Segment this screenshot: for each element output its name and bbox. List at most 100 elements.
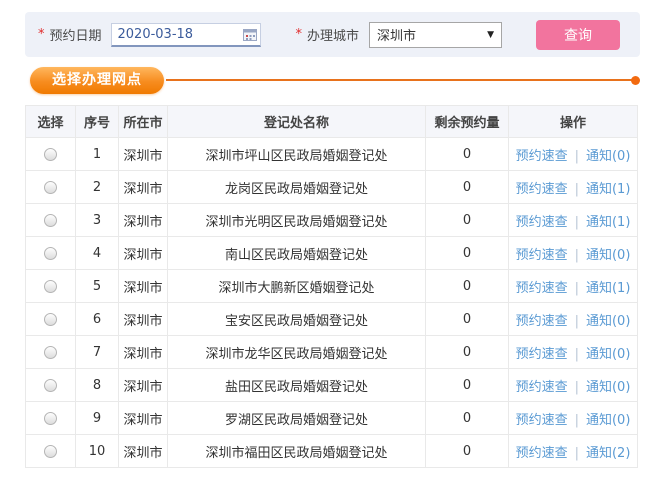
select-radio[interactable] bbox=[44, 181, 57, 194]
notice-link[interactable]: 通知(2) bbox=[586, 446, 630, 461]
table-body: 1 深圳市 深圳市坪山区民政局婚姻登记处 0 预约速查|通知(0) 2 深圳市 … bbox=[26, 138, 638, 468]
city-select-value: 深圳市 bbox=[377, 25, 416, 44]
date-input[interactable] bbox=[111, 23, 261, 47]
select-radio[interactable] bbox=[44, 412, 57, 425]
notice-link[interactable]: 通知(0) bbox=[586, 149, 630, 164]
link-separator: | bbox=[575, 347, 579, 362]
row-actions: 预约速查 | 通知(0) bbox=[509, 138, 638, 171]
row-number: 7 bbox=[76, 336, 119, 369]
required-marker: * bbox=[296, 27, 303, 42]
select-cell bbox=[26, 138, 76, 171]
quick-check-link[interactable]: 预约速查 bbox=[516, 182, 568, 197]
notice-link[interactable]: 通知(0) bbox=[586, 347, 630, 362]
row-office-name: 盐田区民政局婚姻登记处 bbox=[168, 369, 426, 402]
row-remaining-count: 0 bbox=[426, 435, 509, 468]
table-row: 9 深圳市 罗湖区民政局婚姻登记处 0 预约速查|通知(0) bbox=[26, 402, 638, 435]
col-select: 选择 bbox=[26, 106, 76, 138]
row-actions: 预约速查|通知(1) bbox=[509, 171, 638, 204]
select-radio[interactable] bbox=[44, 214, 57, 227]
select-radio[interactable] bbox=[44, 280, 57, 293]
select-cell bbox=[26, 336, 76, 369]
row-office-name: 宝安区民政局婚姻登记处 bbox=[168, 303, 426, 336]
link-separator: | bbox=[575, 446, 579, 461]
notice-link[interactable]: 通知(0) bbox=[586, 248, 630, 263]
table-header-row: 选择 序号 所在市 登记处名称 剩余预约量 操作 bbox=[26, 106, 638, 138]
select-radio[interactable] bbox=[44, 148, 57, 161]
table-row: 2 深圳市 龙岗区民政局婚姻登记处 0 预约速查|通知(1) bbox=[26, 171, 638, 204]
notice-link[interactable]: 通知(0) bbox=[586, 314, 630, 329]
select-cell bbox=[26, 303, 76, 336]
row-city: 深圳市 bbox=[119, 171, 168, 204]
offices-table: 选择 序号 所在市 登记处名称 剩余预约量 操作 1 深圳市 深圳市坪山区民政局… bbox=[25, 105, 638, 468]
chevron-down-icon: ▼ bbox=[487, 30, 494, 40]
row-number: 4 bbox=[76, 237, 119, 270]
link-separator: | bbox=[575, 149, 579, 164]
quick-check-link[interactable]: 预约速查 bbox=[516, 413, 568, 428]
row-actions: 预约速查 | 通知(0) bbox=[509, 336, 638, 369]
quick-check-link[interactable]: 预约速查 bbox=[516, 248, 568, 263]
select-cell bbox=[26, 204, 76, 237]
select-radio[interactable] bbox=[44, 313, 57, 326]
select-radio[interactable] bbox=[44, 379, 57, 392]
row-city: 深圳市 bbox=[119, 138, 168, 171]
notice-link[interactable]: 通知(0) bbox=[586, 380, 630, 395]
quick-check-link[interactable]: 预约速查 bbox=[516, 281, 568, 296]
query-bar: * 预约日期 * 办理城市 深圳市 ▼ 查询 bbox=[25, 12, 640, 57]
row-office-name: 深圳市福田区民政局婚姻登记处 bbox=[168, 435, 426, 468]
table-row: 6 深圳市 宝安区民政局婚姻登记处 0 预约速查|通知(0) bbox=[26, 303, 638, 336]
col-number: 序号 bbox=[76, 106, 119, 138]
link-separator: | bbox=[575, 248, 579, 263]
select-cell bbox=[26, 270, 76, 303]
row-city: 深圳市 bbox=[119, 303, 168, 336]
link-separator: | bbox=[575, 380, 579, 395]
row-actions: 预约速查 | 通知(0) bbox=[509, 369, 638, 402]
row-number: 6 bbox=[76, 303, 119, 336]
calendar-icon[interactable] bbox=[243, 28, 257, 41]
row-city: 深圳市 bbox=[119, 369, 168, 402]
section-header: 选择办理网点 bbox=[30, 66, 640, 94]
row-city: 深圳市 bbox=[119, 270, 168, 303]
row-number: 1 bbox=[76, 138, 119, 171]
link-separator: | bbox=[575, 281, 579, 296]
select-cell bbox=[26, 435, 76, 468]
row-number: 3 bbox=[76, 204, 119, 237]
city-select[interactable]: 深圳市 ▼ bbox=[369, 22, 502, 48]
col-remaining: 剩余预约量 bbox=[426, 106, 509, 138]
row-remaining-count: 0 bbox=[426, 402, 509, 435]
row-number: 5 bbox=[76, 270, 119, 303]
section-title-badge: 选择办理网点 bbox=[30, 67, 164, 94]
row-remaining-count: 0 bbox=[426, 204, 509, 237]
table-row: 5 深圳市 深圳市大鹏新区婚姻登记处 0 预约速查|通知(1) bbox=[26, 270, 638, 303]
row-office-name: 罗湖区民政局婚姻登记处 bbox=[168, 402, 426, 435]
col-city: 所在市 bbox=[119, 106, 168, 138]
row-office-name: 南山区民政局婚姻登记处 bbox=[168, 237, 426, 270]
link-separator: | bbox=[575, 413, 579, 428]
row-city: 深圳市 bbox=[119, 336, 168, 369]
city-label: 办理城市 bbox=[307, 25, 359, 44]
search-button[interactable]: 查询 bbox=[536, 20, 620, 50]
quick-check-link[interactable]: 预约速查 bbox=[516, 380, 568, 395]
quick-check-link[interactable]: 预约速查 bbox=[516, 149, 568, 164]
section-divider-dot bbox=[631, 76, 640, 85]
row-remaining-count: 0 bbox=[426, 303, 509, 336]
date-label: 预约日期 bbox=[50, 25, 102, 44]
row-office-name: 深圳市大鹏新区婚姻登记处 bbox=[168, 270, 426, 303]
select-cell bbox=[26, 171, 76, 204]
row-actions: 预约速查|通知(0) bbox=[509, 303, 638, 336]
row-remaining-count: 0 bbox=[426, 369, 509, 402]
table-row: 10 深圳市 深圳市福田区民政局婚姻登记处 0 预约速查|通知(2) bbox=[26, 435, 638, 468]
select-radio[interactable] bbox=[44, 346, 57, 359]
required-marker: * bbox=[38, 27, 45, 42]
notice-link[interactable]: 通知(1) bbox=[586, 281, 630, 296]
quick-check-link[interactable]: 预约速查 bbox=[516, 347, 568, 362]
notice-link[interactable]: 通知(1) bbox=[586, 215, 630, 230]
row-number: 9 bbox=[76, 402, 119, 435]
notice-link[interactable]: 通知(1) bbox=[586, 182, 630, 197]
quick-check-link[interactable]: 预约速查 bbox=[516, 314, 568, 329]
quick-check-link[interactable]: 预约速查 bbox=[516, 446, 568, 461]
row-actions: 预约速查 | 通知(2) bbox=[509, 435, 638, 468]
select-radio[interactable] bbox=[44, 445, 57, 458]
notice-link[interactable]: 通知(0) bbox=[586, 413, 630, 428]
quick-check-link[interactable]: 预约速查 bbox=[516, 215, 568, 230]
select-radio[interactable] bbox=[44, 247, 57, 260]
